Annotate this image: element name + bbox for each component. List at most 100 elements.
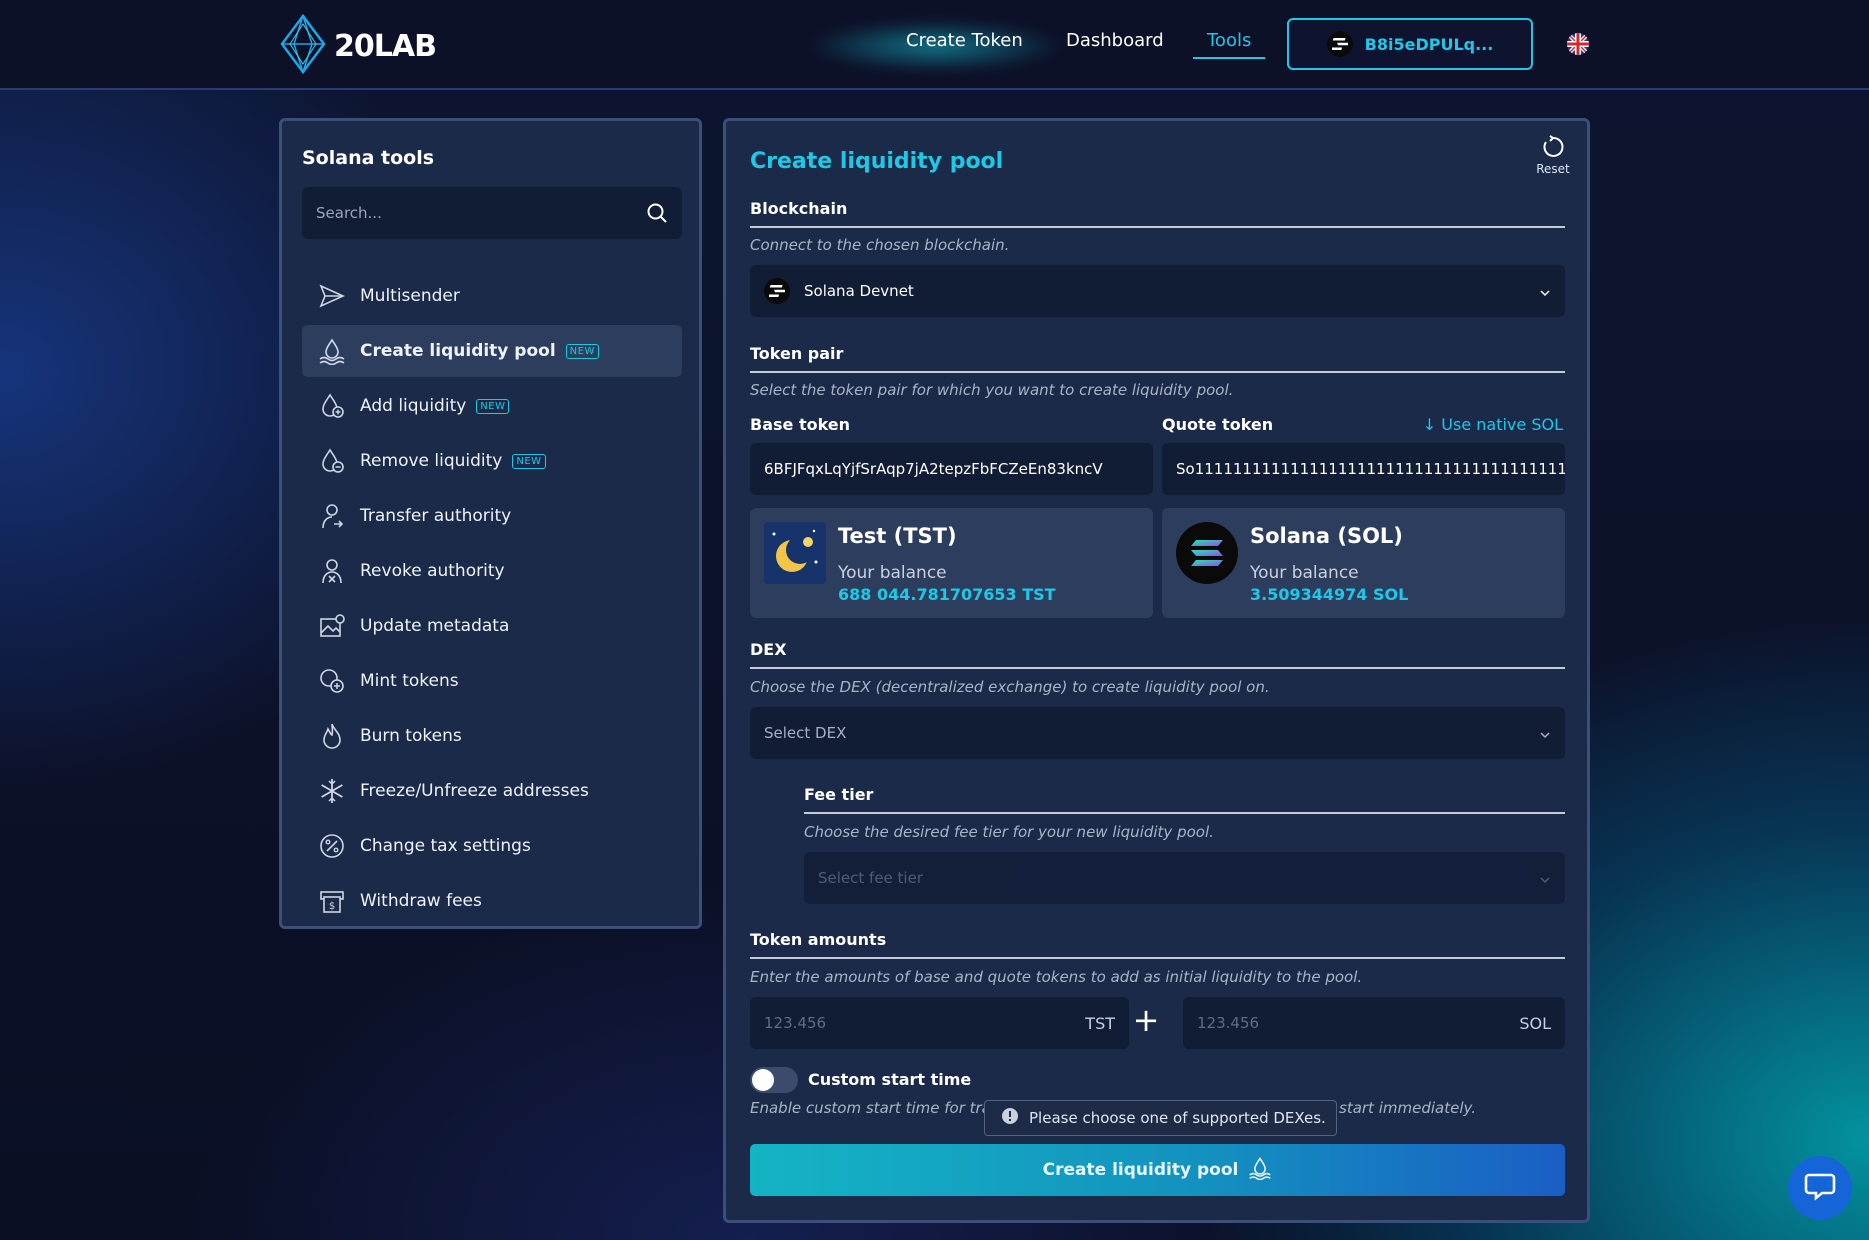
coin-plus-icon — [318, 667, 346, 695]
sidebar-item-withdraw-fees[interactable]: $ Withdraw fees — [302, 875, 682, 927]
search-input[interactable] — [302, 187, 632, 239]
chat-support-button[interactable] — [1788, 1156, 1852, 1220]
fee-tier-placeholder: Select fee tier — [818, 869, 923, 887]
tst-token-logo — [764, 522, 826, 584]
fee-tier-description: Choose the desired fee tier for your new… — [804, 823, 1214, 841]
sidebar-item-label: Transfer authority — [360, 506, 512, 526]
wallet-address: B8i5eDPULq... — [1364, 34, 1494, 54]
base-token-label: Base token — [750, 415, 851, 434]
dex-heading: DEX — [750, 640, 1565, 669]
base-token-name: Test (TST) — [838, 524, 957, 548]
quote-amount-placeholder: 123.456 — [1197, 1014, 1260, 1032]
sidebar-item-label: Remove liquidity — [360, 451, 503, 471]
quote-token-address: So11111111111111111111111111111111111111… — [1176, 460, 1565, 478]
sidebar-item-transfer-authority[interactable]: Transfer authority — [302, 490, 682, 542]
base-token-address: 6BFJFqxLqYjfSrAqp7jA2tepzFbFCZeEn83kncV — [764, 460, 1103, 478]
sidebar-title: Solana tools — [302, 147, 435, 169]
image-edit-icon — [318, 612, 346, 640]
user-revoke-icon — [318, 557, 346, 585]
create-liquidity-pool-button[interactable]: Create liquidity pool — [750, 1144, 1565, 1196]
sidebar-item-burn-tokens[interactable]: Burn tokens — [302, 710, 682, 762]
logo[interactable]: 20LAB — [278, 13, 437, 78]
send-icon — [318, 282, 346, 310]
dex-description: Choose the DEX (decentralized exchange) … — [750, 678, 1270, 696]
percent-icon — [318, 832, 346, 860]
base-balance-value: 688 044.781707653 TST — [838, 585, 1056, 604]
submit-label: Create liquidity pool — [1042, 1160, 1239, 1180]
reset-icon — [1541, 135, 1565, 162]
token-pair-heading: Token pair — [750, 344, 1565, 373]
validation-tooltip: Please choose one of supported DEXes. — [984, 1100, 1337, 1136]
logo-diamond-icon — [278, 13, 328, 78]
sidebar-panel: Solana tools Multisender Create liquidit… — [279, 118, 702, 929]
warning-icon — [1001, 1107, 1019, 1129]
sidebar-item-revoke-authority[interactable]: Revoke authority — [302, 545, 682, 597]
chevron-down-icon — [1539, 727, 1551, 739]
nav-tools[interactable]: Tools — [1207, 30, 1251, 51]
use-native-sol-link[interactable]: ↓ Use native SOL — [1423, 415, 1563, 434]
base-balance-label: Your balance — [838, 563, 947, 583]
fee-tier-select[interactable]: Select fee tier — [804, 852, 1565, 904]
sol-token-logo — [1176, 522, 1238, 584]
nav-dashboard[interactable]: Dashboard — [1066, 30, 1164, 51]
sidebar-item-update-metadata[interactable]: Update metadata — [302, 600, 682, 652]
chevron-down-icon — [1539, 872, 1551, 884]
reset-button[interactable]: Reset — [1533, 135, 1573, 176]
custom-start-description-tail: start immediately. — [1339, 1099, 1476, 1117]
sidebar-item-freeze-unfreeze[interactable]: Freeze/Unfreeze addresses — [302, 765, 682, 817]
blockchain-select[interactable]: Solana Devnet — [750, 265, 1565, 317]
quote-balance-label: Your balance — [1250, 563, 1359, 583]
chevron-down-icon — [1539, 285, 1551, 297]
chat-bubble-icon — [1804, 1171, 1836, 1205]
search-icon[interactable] — [646, 202, 668, 224]
custom-start-toggle[interactable] — [750, 1067, 798, 1093]
logo-text: 20LAB — [334, 28, 437, 64]
fee-tier-heading: Fee tier — [804, 785, 1565, 814]
sidebar-item-label: Revoke authority — [360, 561, 505, 581]
page-title: Create liquidity pool — [750, 149, 1004, 174]
custom-start-label: Custom start time — [808, 1070, 972, 1089]
nav-create-token[interactable]: Create Token — [906, 30, 1023, 51]
quote-token-input[interactable]: So11111111111111111111111111111111111111… — [1162, 443, 1565, 495]
new-badge: NEW — [565, 343, 599, 359]
pool-icon — [318, 337, 346, 365]
base-amount-unit: TST — [1085, 1013, 1115, 1033]
solana-icon — [764, 278, 790, 304]
blockchain-heading: Blockchain — [750, 199, 1565, 228]
quote-token-name: Solana (SOL) — [1250, 524, 1403, 548]
wallet-button[interactable]: B8i5eDPULq... — [1287, 18, 1533, 70]
sidebar-item-label: Mint tokens — [360, 671, 459, 691]
sidebar-item-remove-liquidity[interactable]: Remove liquidity NEW — [302, 435, 682, 487]
sidebar-item-add-liquidity[interactable]: Add liquidity NEW — [302, 380, 682, 432]
token-pair-description: Select the token pair for which you want… — [750, 381, 1234, 399]
create-pool-panel: Create liquidity pool Reset Blockchain C… — [723, 118, 1590, 1223]
sidebar-item-label: Update metadata — [360, 616, 510, 636]
base-amount-input[interactable]: 123.456 TST — [750, 997, 1129, 1049]
sidebar-item-multisender[interactable]: Multisender — [302, 270, 682, 322]
quote-token-label: Quote token — [1162, 415, 1274, 434]
user-transfer-icon — [318, 502, 346, 530]
sidebar-item-create-liquidity-pool[interactable]: Create liquidity pool NEW — [302, 325, 682, 377]
sidebar-item-label: Multisender — [360, 286, 460, 306]
custom-start-description: Enable custom start time for tra — [750, 1099, 991, 1117]
sidebar-item-label: Withdraw fees — [360, 891, 482, 911]
sidebar-item-label: Burn tokens — [360, 726, 462, 746]
base-token-card: Test (TST) Your balance 688 044.78170765… — [750, 508, 1153, 618]
sidebar-item-label: Change tax settings — [360, 836, 531, 856]
sidebar-item-mint-tokens[interactable]: Mint tokens — [302, 655, 682, 707]
sidebar-item-label: Add liquidity — [360, 396, 467, 416]
quote-token-card: Solana (SOL) Your balance 3.509344974 SO… — [1162, 508, 1565, 618]
blockchain-selected-value: Solana Devnet — [804, 282, 914, 300]
sidebar-item-change-tax-settings[interactable]: Change tax settings — [302, 820, 682, 872]
uk-flag-icon[interactable] — [1567, 33, 1589, 55]
token-amounts-heading: Token amounts — [750, 930, 1565, 959]
reset-label: Reset — [1536, 162, 1570, 176]
drop-minus-icon — [318, 447, 346, 475]
svg-text:$: $ — [329, 901, 335, 912]
base-token-input[interactable]: 6BFJFqxLqYjfSrAqp7jA2tepzFbFCZeEn83kncV — [750, 443, 1153, 495]
dex-select[interactable]: Select DEX — [750, 707, 1565, 759]
pool-icon — [1248, 1156, 1272, 1185]
search-box — [302, 187, 682, 239]
quote-amount-input[interactable]: 123.456 SOL — [1183, 997, 1565, 1049]
top-header: 20LAB Create Token Dashboard Tools B8i5e… — [0, 0, 1869, 90]
